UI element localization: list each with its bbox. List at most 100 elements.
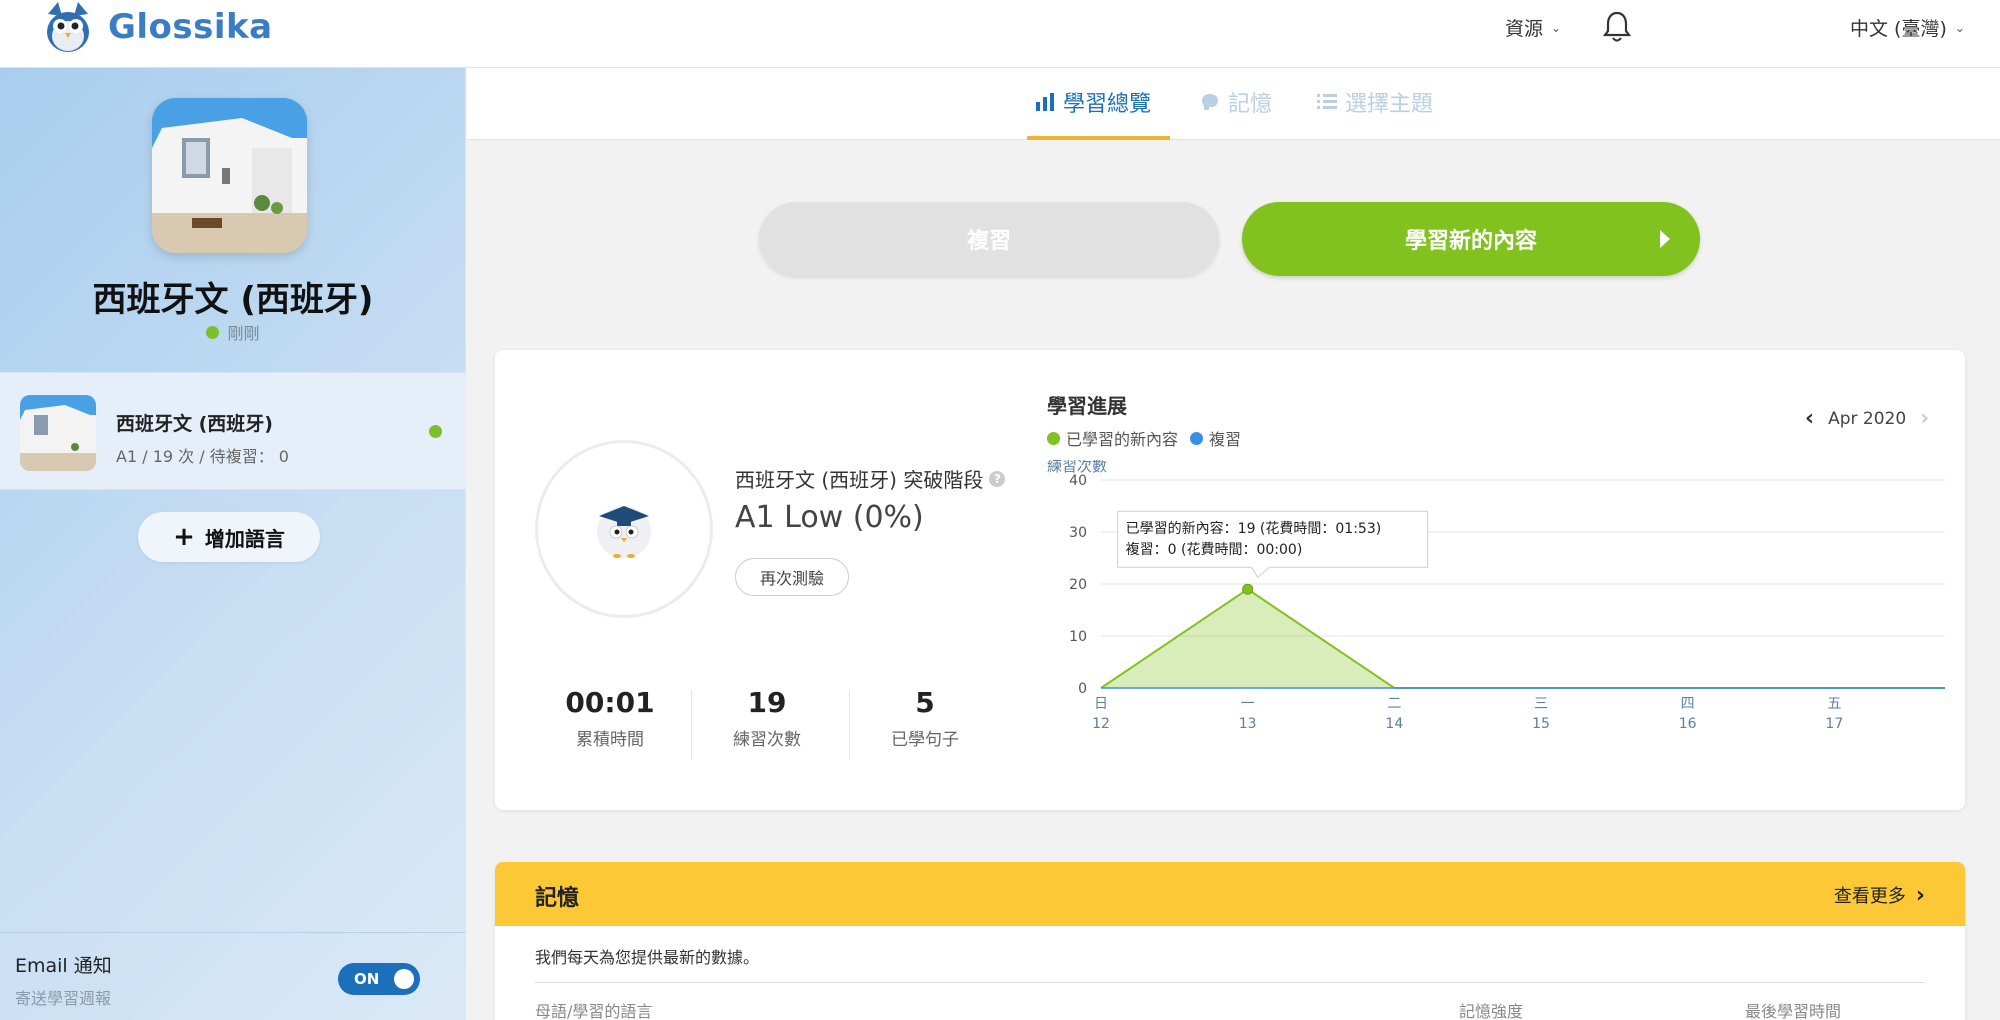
course-thumbnail [20,395,96,471]
tab-memory[interactable]: 記憶 [1200,86,1272,118]
tab-bar: 學習總覽 記憶 選擇主題 [467,68,2000,140]
legend-dot-icon [1047,431,1060,445]
stage-label-text: 西班牙文 (西班牙) 突破階段 [735,468,984,492]
legend-dot-icon [1190,431,1204,445]
level-value: A1 Low (0%) [735,500,924,535]
play-icon [1660,230,1670,248]
active-tab-indicator [1027,136,1170,140]
add-language-button[interactable]: + 增加語言 [138,512,320,562]
chart-title: 學習進展 [1047,394,1127,418]
stat-sentences-learned: 5 已學句子 [846,686,1004,750]
language-selector[interactable]: 中文 (臺灣) ⌄ [1850,14,1965,41]
x-tick-date-label: 15 [1532,716,1550,732]
resources-menu[interactable]: 資源 ⌄ [1505,14,1561,41]
chevron-down-icon: ⌄ [1954,20,1965,35]
legend-item-new[interactable]: 已學習的新內容 [1047,426,1178,450]
memory-description: 我們每天為您提供最新的數據。 [535,948,760,967]
learn-new-content-button[interactable]: 學習新的內容 [1242,202,1700,276]
chevron-right-icon[interactable]: › [1920,406,1929,431]
language-cover-image [152,98,307,253]
owl-mascot-icon [597,506,651,558]
glossika-logo[interactable]: Glossika [40,0,273,54]
memory-title: 記憶 [535,886,580,911]
x-tick-day-label: 日 [1094,696,1108,712]
language-selector-label: 中文 (臺灣) [1850,18,1947,40]
column-header-language[interactable]: 母語/學習的語言 [535,998,652,1020]
see-more-link[interactable]: 查看更多 › [1834,882,1925,908]
x-tick-day-label: 四 [1681,696,1695,712]
x-tick-date-label: 12 [1092,716,1110,732]
email-notification-section: Email 通知 寄送學習週報 ON [0,932,466,1020]
stat-value: 5 [915,686,935,719]
y-tick-label: 10 [1069,629,1087,645]
tab-overview-label: 學習總覽 [1063,92,1152,117]
x-tick-date-label: 14 [1385,716,1403,732]
course-list-item[interactable]: 西班牙文 (西班牙) A1 / 19 次 / 待複習： 0 [0,372,466,490]
retest-button[interactable]: 再次測驗 [735,558,849,596]
x-tick-day-label: 五 [1827,696,1841,712]
y-tick-label: 40 [1069,473,1087,489]
month-navigator: ‹ Apr 2020 › [1805,406,1929,431]
course-meta: A1 / 19 次 / 待複習： 0 [116,447,289,466]
chevron-left-icon[interactable]: ‹ [1805,406,1814,431]
y-tick-label: 20 [1069,577,1087,593]
tab-memory-label: 記憶 [1228,92,1273,117]
plus-icon: + [173,522,195,552]
series-new-area [1101,589,1945,688]
tooltip-line-review: 複習：0 (花費時間：00:00) [1126,541,1303,558]
x-tick-day-label: 一 [1241,696,1255,712]
x-tick-day-label: 三 [1534,696,1548,712]
active-course-dot-icon [429,425,442,438]
see-more-label: 查看更多 [1833,886,1906,907]
legend-label: 複習 [1209,430,1242,449]
progress-card: 西班牙文 (西班牙) 突破階段 ? A1 Low (0%) 再次測驗 00:01… [495,350,1965,810]
learn-new-content-label: 學習新的內容 [1404,229,1537,254]
tooltip-line-new: 已學習的新內容：19 (花費時間：01:53) [1126,520,1382,537]
y-tick-label: 0 [1078,681,1087,697]
add-language-label: 增加語言 [204,526,285,551]
stage-label: 西班牙文 (西班牙) 突破階段 ? [735,464,1006,493]
stat-practice-count: 19 練習次數 [688,686,846,750]
owl-logo-icon [47,2,89,52]
x-tick-date-label: 17 [1825,716,1843,732]
tab-topics-label: 選擇主題 [1345,92,1434,117]
email-title: Email 通知 [15,955,112,977]
bell-icon[interactable] [1602,10,1632,44]
legend-item-review[interactable]: 複習 [1190,426,1241,450]
stat-label: 累積時間 [576,730,644,750]
column-header-strength[interactable]: 記憶強度 [1459,998,1523,1020]
toggle-label: ON [354,970,380,988]
progress-chart: 練習次數010203040日12一13二14三15四16五17六18已學習的新內… [1047,460,1945,732]
chart-legend: 已學習的新內容 複習 [1047,426,1241,450]
help-icon[interactable]: ? [989,470,1006,487]
logo-text: Glossika [108,7,273,47]
main-content: 學習總覽 記憶 選擇主題 複習 學習新的內容 西班牙文 (西班牙) 突破階段 ?… [467,68,2000,1020]
level-badge [535,440,713,618]
email-toggle[interactable]: ON [338,963,420,995]
bar-chart-icon [1036,93,1054,111]
online-dot-icon [206,325,220,339]
top-bar: Glossika 資源 ⌄ 中文 (臺灣) ⌄ [0,0,2000,68]
toggle-knob [394,969,414,989]
divider [535,982,1925,983]
tab-topics[interactable]: 選擇主題 [1317,86,1433,118]
sidebar: 西班牙文 (西班牙) 剛剛 西班牙文 (西班牙) A1 / 19 次 / 待複習… [0,68,466,1020]
language-title: 西班牙文 (西班牙) [92,280,374,320]
brain-icon [1202,94,1218,110]
x-tick-date-label: 16 [1679,716,1697,732]
tab-overview[interactable]: 學習總覽 [1035,86,1151,118]
stat-value: 19 [747,686,787,719]
stat-total-time: 00:01 累積時間 [531,686,689,750]
status-text: 剛剛 [227,324,260,343]
activity-status: 剛剛 [0,320,466,344]
stat-label: 練習次數 [733,730,801,750]
memory-card: 記憶 查看更多 › 我們每天為您提供最新的數據。 母語/學習的語言 記憶強度 最… [495,862,1965,1020]
list-icon [1317,94,1337,109]
review-button[interactable]: 複習 [759,202,1219,276]
x-tick-day-label: 二 [1387,696,1401,712]
column-header-last-studied[interactable]: 最後學習時間 [1745,998,1841,1020]
chevron-right-icon: › [1915,882,1925,908]
x-tick-date-label: 13 [1239,716,1257,732]
resources-label: 資源 [1505,18,1544,40]
memory-header: 記憶 查看更多 › [495,862,1965,926]
